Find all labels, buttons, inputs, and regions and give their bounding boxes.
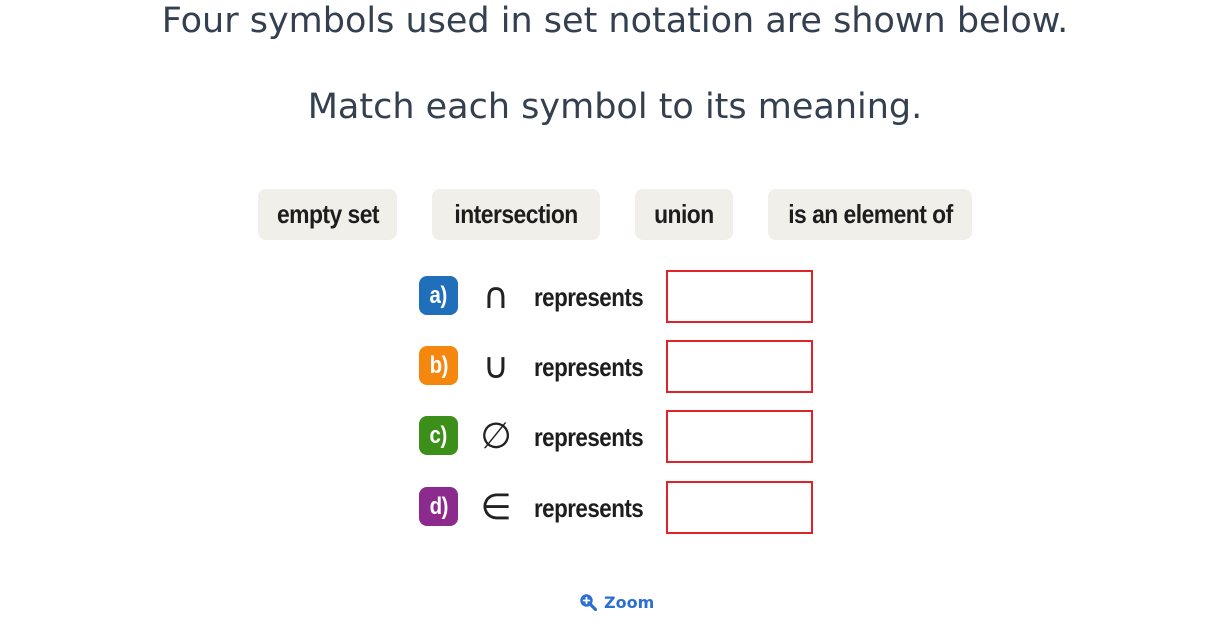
question-row-a: a) ∩ represents — [0, 270, 1230, 323]
answer-dropzone-c[interactable] — [666, 410, 813, 463]
zoom-label: Zoom — [604, 592, 655, 612]
answer-dropzone-a[interactable] — [666, 270, 813, 323]
question-badge-d: d) — [419, 487, 458, 526]
question-row-b: b) ∪ represents — [0, 340, 1230, 393]
represents-label: represents — [534, 352, 644, 382]
instruction-heading: Match each symbol to its meaning. — [307, 87, 923, 127]
option-chip-element-of[interactable]: is an element of — [768, 189, 972, 240]
empty-set-symbol: ∅ — [480, 415, 512, 457]
zoom-button[interactable]: Zoom — [579, 590, 654, 614]
answer-dropzone-d[interactable] — [666, 481, 813, 534]
intersection-symbol: ∩ — [482, 275, 510, 317]
answer-bank: empty set intersection union is an eleme… — [0, 189, 1230, 241]
represents-label: represents — [534, 282, 644, 312]
option-chip-intersection[interactable]: intersection — [432, 189, 600, 240]
question-badge-a: a) — [419, 276, 458, 315]
union-symbol: ∪ — [482, 345, 510, 387]
option-chip-union[interactable]: union — [635, 189, 733, 240]
answer-dropzone-b[interactable] — [666, 340, 813, 393]
zoom-in-icon — [580, 594, 597, 611]
question-row-c: c) ∅ represents — [0, 410, 1230, 463]
question-badge-c: c) — [419, 416, 458, 455]
element-of-symbol: ∈ — [480, 486, 512, 528]
represents-label: represents — [534, 422, 644, 452]
represents-label: represents — [534, 493, 644, 523]
prompt-heading: Four symbols used in set notation are sh… — [161, 1, 1069, 41]
question-badge-b: b) — [419, 346, 458, 385]
question-row-d: d) ∈ represents — [0, 481, 1230, 534]
option-chip-empty-set[interactable]: empty set — [258, 189, 397, 240]
